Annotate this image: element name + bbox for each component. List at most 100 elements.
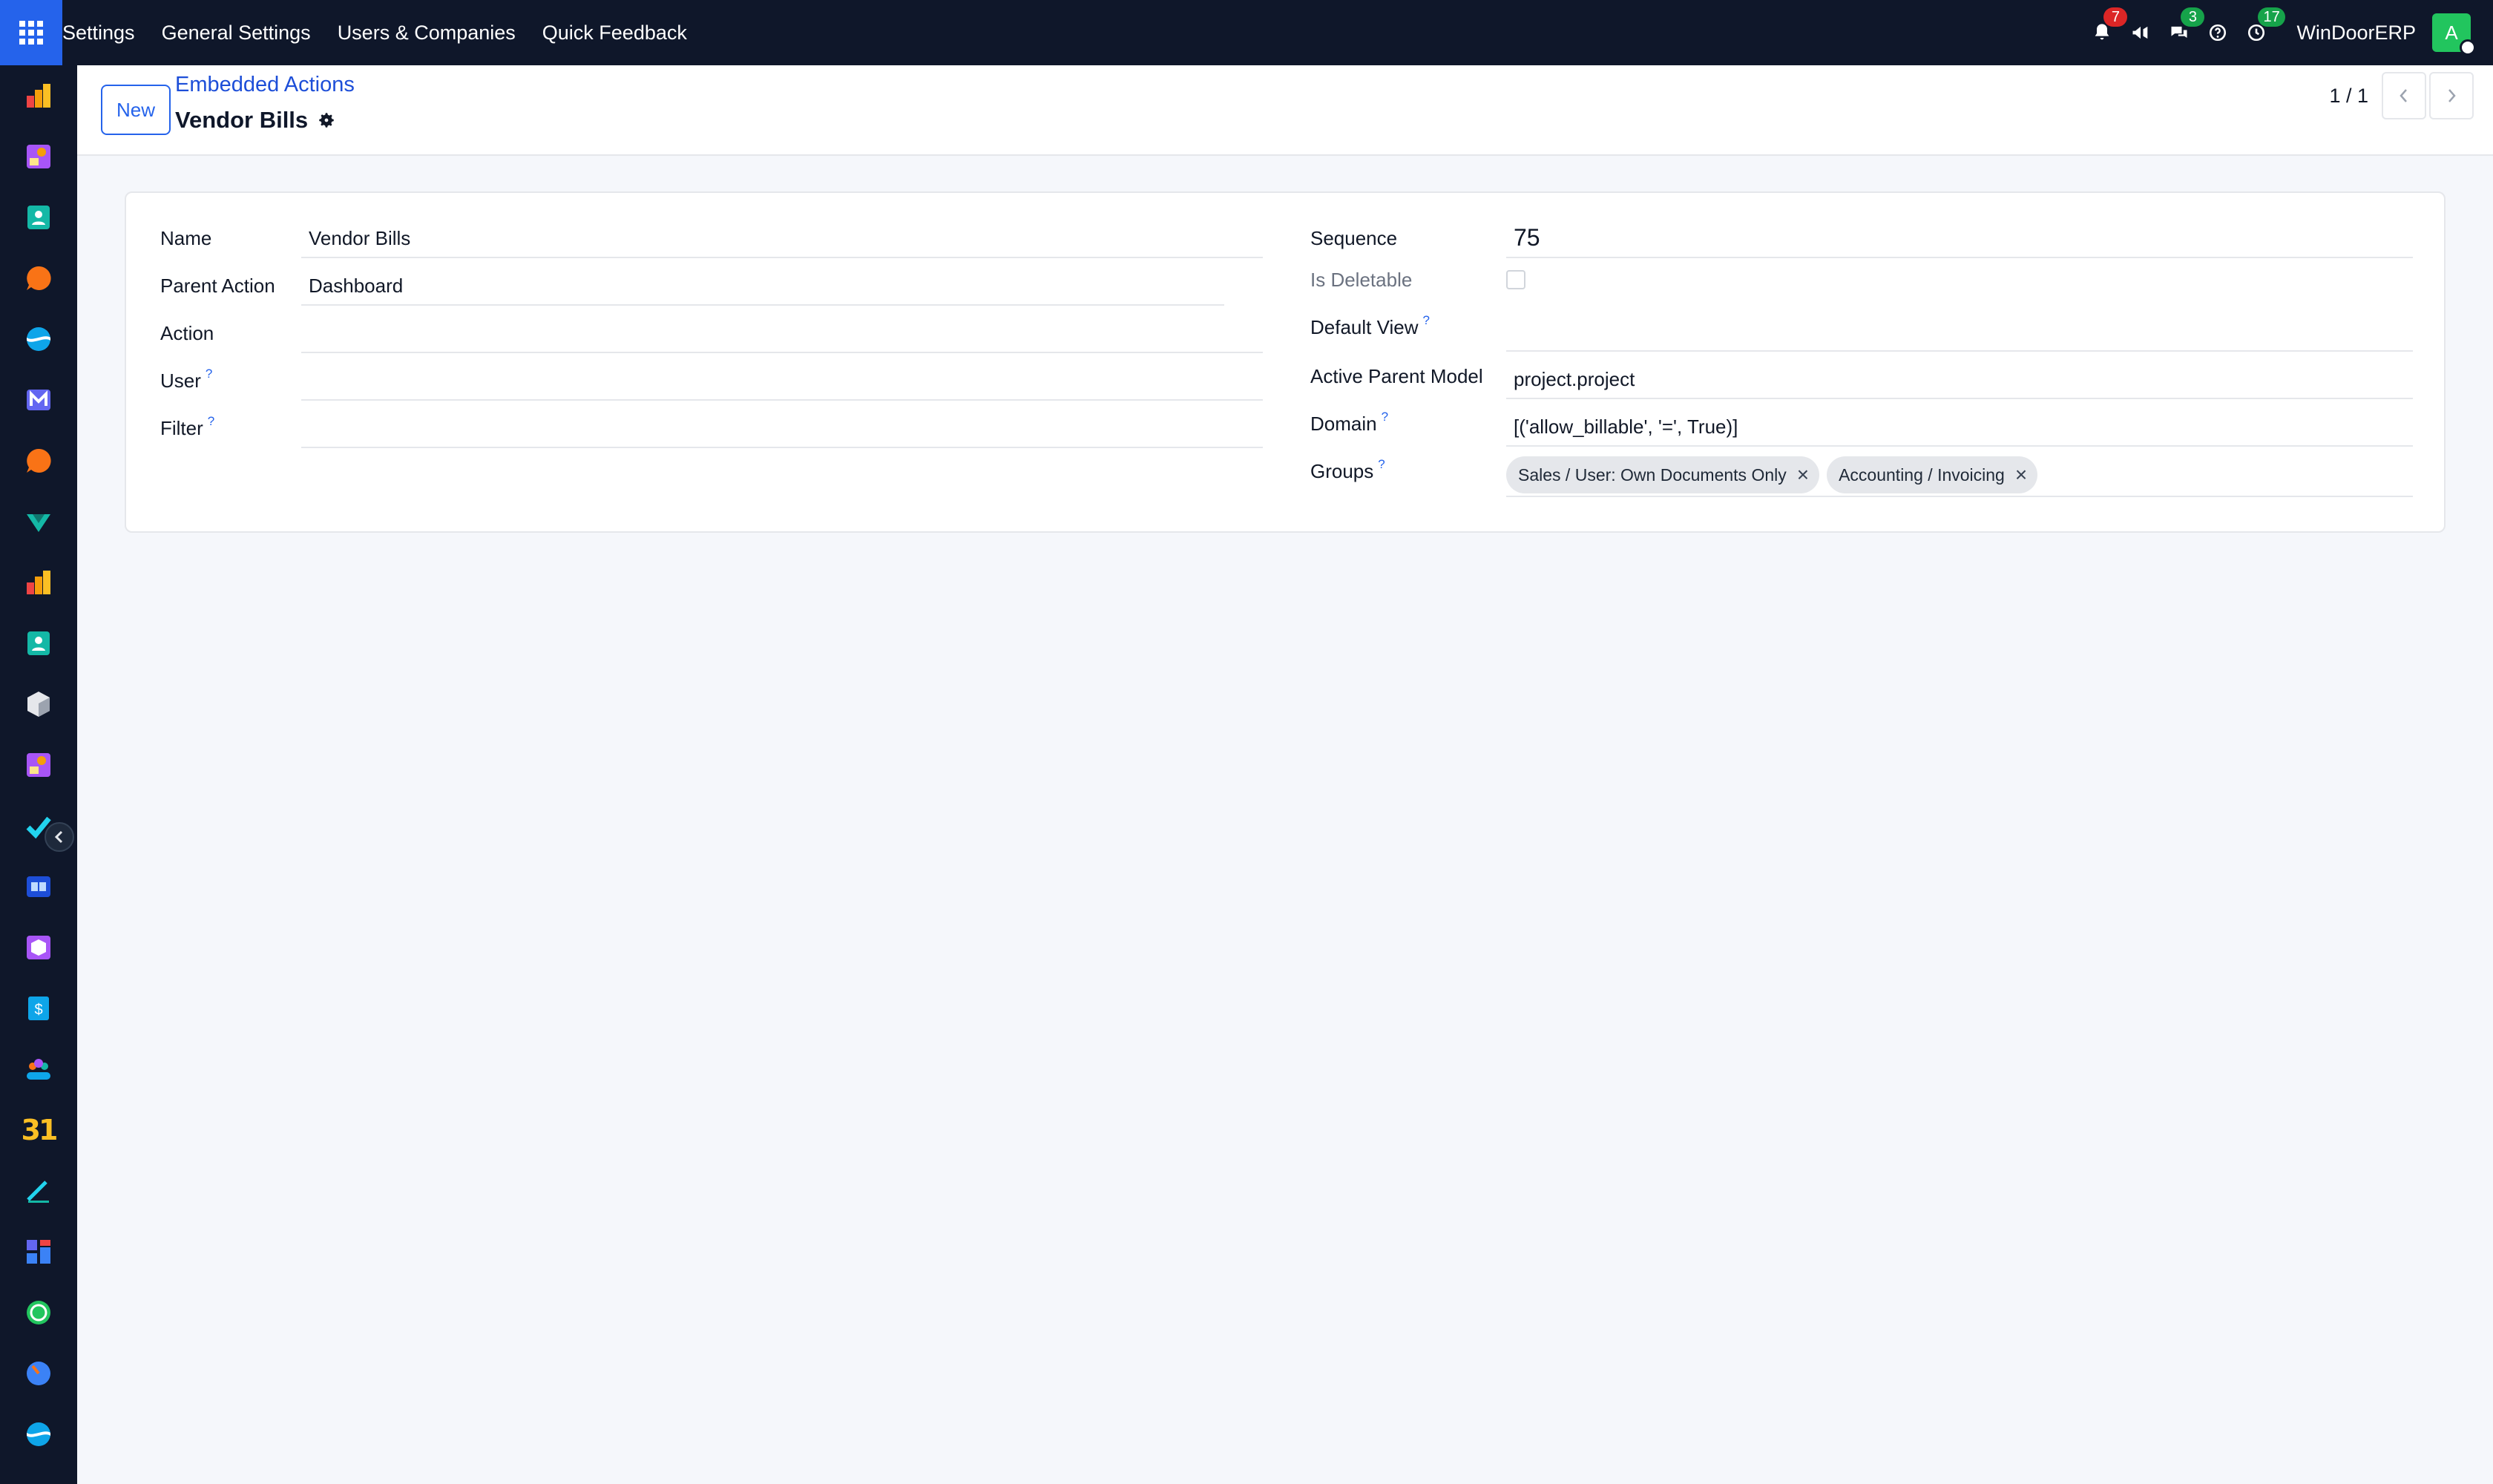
user-avatar[interactable]: A	[2432, 13, 2476, 56]
active-parent-model-field[interactable]: project.project	[1506, 359, 2413, 399]
notifications-button[interactable]: 7	[2083, 0, 2128, 65]
sidebar-app-livechat[interactable]	[0, 430, 77, 491]
menu-general-settings[interactable]: General Settings	[162, 22, 311, 45]
reporting-icon	[27, 571, 50, 594]
action-field[interactable]	[301, 313, 1263, 353]
grid-icon	[19, 21, 43, 45]
sidebar-app-email-marketing[interactable]	[0, 370, 77, 430]
avatar-initial: A	[2445, 21, 2458, 44]
pager-previous-button[interactable]	[2382, 72, 2426, 119]
sequence-field[interactable]: 75	[1506, 218, 2413, 258]
groups-field[interactable]: Sales / User: Own Documents Only × Accou…	[1506, 454, 2413, 497]
groups-help-icon[interactable]: ?	[1378, 457, 1385, 472]
sidebar-app-employees[interactable]	[0, 613, 77, 674]
pager: 1 / 1	[2329, 71, 2474, 120]
filter-help-icon[interactable]: ?	[208, 414, 214, 429]
sidebar-app-surveys[interactable]	[0, 491, 77, 552]
timesheet-icon	[27, 1362, 50, 1385]
inventory-icon	[27, 692, 50, 717]
group-tag-label: Sales / User: Own Documents Only	[1518, 464, 1787, 485]
megaphone-icon	[2132, 26, 2148, 39]
control-panel: New Embedded Actions Vendor Bills 1 / 1	[77, 65, 2493, 156]
default-view-help-icon[interactable]: ?	[1423, 313, 1430, 328]
menu-quick-feedback[interactable]: Quick Feedback	[542, 22, 687, 45]
sign-icon	[27, 753, 50, 777]
new-button[interactable]: New	[101, 85, 171, 135]
domain-label-wrap: Domain ?	[1310, 410, 1388, 436]
systray: 7 3 17 WinDoorERP A	[2083, 0, 2493, 65]
sidebar-app-calendar[interactable]: 31	[0, 1100, 77, 1160]
product-icon	[27, 936, 50, 959]
sidebar-app-inventory[interactable]	[0, 674, 77, 735]
sidebar-app-knowledge[interactable]	[0, 126, 77, 187]
is-deletable-checkbox[interactable]	[1506, 270, 1525, 289]
activities-badge: 17	[2258, 7, 2285, 27]
groups-label-wrap: Groups ?	[1310, 457, 1385, 483]
sidebar-app-timesheet[interactable]	[0, 1343, 77, 1404]
user-label: User	[160, 370, 201, 392]
invoicing-icon: $	[28, 997, 49, 1020]
knowledge-icon	[27, 145, 50, 168]
help-icon	[2210, 24, 2227, 42]
sidebar-app-website-builder[interactable]	[0, 1404, 77, 1465]
announcements-button[interactable]	[2121, 0, 2160, 65]
website2-icon	[27, 1422, 50, 1446]
svg-text:$: $	[34, 1002, 42, 1018]
user-help-icon[interactable]: ?	[206, 367, 212, 381]
action-label: Action	[160, 322, 214, 344]
chevron-left-icon	[2400, 89, 2407, 102]
breadcrumb-embedded-actions[interactable]: Embedded Actions	[175, 73, 355, 97]
activities-button[interactable]: 17	[2237, 0, 2285, 65]
name-field[interactable]: Vendor Bills	[301, 218, 1263, 258]
domain-field[interactable]: [('allow_billable', '=', True)]	[1506, 407, 2413, 447]
pager-next-button[interactable]	[2429, 72, 2474, 119]
team-icon	[27, 1059, 50, 1080]
employees-icon	[27, 631, 50, 655]
discuss-icon	[27, 266, 51, 290]
top-navbar: Settings General Settings Users & Compan…	[0, 0, 2493, 65]
sidebar-app-notes[interactable]	[0, 1160, 77, 1221]
default-view-label-wrap: Default View ?	[1310, 313, 1430, 339]
menu-users-companies[interactable]: Users & Companies	[338, 22, 516, 45]
messages-button[interactable]: 3	[2160, 0, 2205, 65]
company-switcher[interactable]: WinDoorERP	[2296, 22, 2416, 45]
filter-field[interactable]	[301, 408, 1263, 448]
sidebar-app-documents[interactable]	[0, 856, 77, 917]
sidebar-app-sign[interactable]	[0, 735, 77, 795]
chevron-left-icon	[54, 830, 63, 844]
sidebar-app-website[interactable]	[0, 309, 77, 370]
calendar-icon: 31	[21, 1114, 59, 1146]
sidebar-app-product[interactable]	[0, 917, 77, 978]
sidebar-app-reporting[interactable]	[0, 552, 77, 613]
sidebar-app-invoicing[interactable]: $	[0, 978, 77, 1039]
user-field[interactable]	[301, 361, 1263, 401]
sidebar-collapse-button[interactable]	[45, 822, 74, 852]
menu-settings[interactable]: Settings	[62, 22, 135, 45]
notes-icon	[27, 1181, 49, 1203]
website-icon	[27, 327, 50, 351]
sidebar-app-discuss[interactable]	[0, 248, 77, 309]
record-title-text: Vendor Bills	[175, 107, 309, 133]
group-tag: Sales / User: Own Documents Only ×	[1506, 456, 1820, 493]
sidebar-app-dashboard[interactable]	[0, 65, 77, 126]
top-menu: Settings General Settings Users & Compan…	[62, 0, 714, 65]
livechat-icon	[27, 448, 51, 473]
domain-help-icon[interactable]: ?	[1382, 410, 1388, 424]
gear-icon[interactable]	[317, 111, 336, 130]
domain-label: Domain	[1310, 413, 1377, 435]
filter-label-wrap: Filter ?	[160, 414, 214, 440]
sidebar-app-contacts[interactable]	[0, 187, 77, 248]
surveys-icon	[27, 514, 50, 532]
help-button[interactable]	[2198, 0, 2237, 65]
default-view-field[interactable]	[1506, 312, 2413, 352]
parent-action-field[interactable]: Dashboard	[301, 266, 1224, 306]
app-menu-button[interactable]	[0, 0, 62, 65]
remove-tag-icon[interactable]: ×	[2015, 464, 2027, 485]
sidebar-app-team[interactable]	[0, 1039, 77, 1100]
remove-tag-icon[interactable]: ×	[1797, 464, 1809, 485]
active-parent-model-label: Active Parent Model	[1310, 365, 1483, 387]
contacts-icon	[27, 206, 50, 229]
pager-value[interactable]: 1 / 1	[2329, 85, 2368, 108]
sidebar-app-apps[interactable]	[0, 1221, 77, 1282]
sidebar-app-whatsapp[interactable]	[0, 1282, 77, 1343]
